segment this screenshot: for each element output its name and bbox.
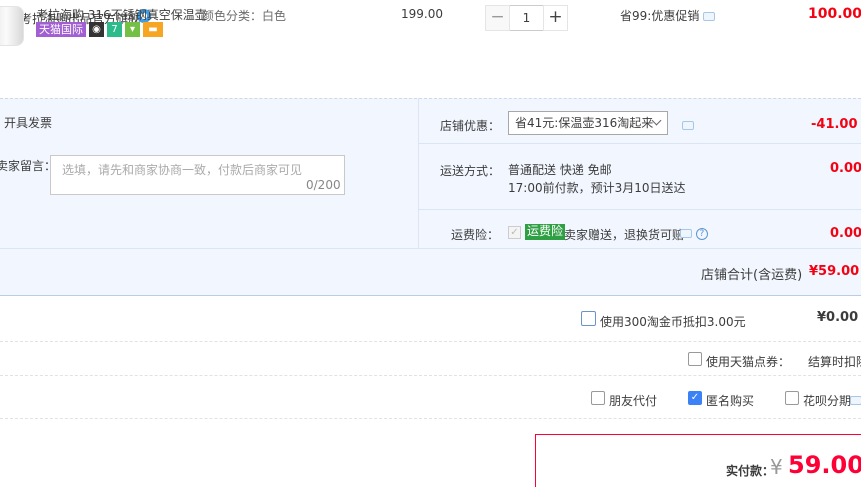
pay-currency: ¥ [770, 455, 783, 479]
coupon-value: -41.00 [811, 117, 858, 132]
unit-price: 199.00 [401, 7, 443, 21]
pay-amount: 59.00 [788, 451, 861, 479]
insurance-checkbox: ✓ [508, 226, 521, 239]
tmall-points-note: 结算时扣除 [808, 355, 861, 369]
coin-checkbox[interactable] [581, 311, 596, 326]
divider [0, 375, 861, 376]
seven-day-icon[interactable]: 7 [107, 22, 122, 37]
item-badges: 天猫国际 ◉ 7 ▾ ▬ [36, 22, 163, 38]
anonymous-label: 匿名购买 [706, 394, 755, 408]
shipping-label: 运送方式： [440, 164, 501, 178]
guarantee-icon[interactable]: ▾ [125, 22, 140, 37]
divider [0, 418, 861, 419]
insurance-tag: 运费险 [525, 224, 566, 240]
divider [419, 209, 861, 210]
tmall-points-label: 使用天猫点券： [706, 355, 791, 369]
insurance-label: 运费险： [451, 228, 500, 242]
divider [0, 341, 861, 342]
quantity-input[interactable]: 1 [510, 5, 543, 31]
message-label: 卖家留言： [0, 159, 57, 173]
shop-total-value: ¥59.00 [809, 264, 860, 279]
quantity-stepper: − 1 + [485, 5, 568, 31]
insurance-text: 卖家赠送，退换货可赔 [564, 228, 685, 242]
huabei-label: 花呗分期 [803, 394, 852, 408]
message-char-count: 0/200 [306, 178, 341, 192]
item-total: 100.00 [808, 6, 861, 22]
chat-bubble-icon[interactable] [850, 393, 861, 407]
friend-pay-checkbox[interactable] [591, 391, 605, 405]
item-title[interactable]: 考拉海购 316不锈钢真空保温壶 [36, 6, 207, 23]
tmall-global-badge[interactable]: 天猫国际 [36, 22, 86, 37]
shipping-value: 0.00 [830, 161, 861, 176]
pay-label: 实付款： [726, 464, 775, 478]
qty-plus-button[interactable]: + [543, 5, 568, 31]
help-icon[interactable]: ? [695, 227, 708, 240]
cat-icon[interactable]: ◉ [89, 22, 104, 37]
card-icon[interactable]: ▬ [143, 22, 163, 37]
shipping-eta: 17:00前付款，预计3月10日送达 [508, 181, 686, 195]
coupon-chat-icon[interactable] [682, 118, 694, 132]
anonymous-checkbox[interactable]: ✓ [688, 391, 702, 405]
huabei-checkbox[interactable] [785, 391, 799, 405]
product-thumbnail[interactable] [0, 6, 24, 46]
shop-total-label: 店铺合计(含运费) [701, 268, 803, 283]
insurance-value: 0.00 [830, 226, 861, 241]
qty-minus-button[interactable]: − [485, 5, 510, 31]
invoice-option[interactable]: 开具发票 [4, 114, 52, 131]
friend-pay-label: 朋友代付 [609, 394, 658, 408]
discount-text: 省99:优惠促销 [620, 9, 700, 23]
divider [418, 98, 419, 248]
insurance-icons: ? [680, 226, 708, 240]
message-placeholder: 选填，请先和商家协商一致，付款后商家可见 [62, 163, 303, 177]
tmall-points-checkbox[interactable] [688, 352, 702, 366]
divider [419, 143, 861, 144]
coin-value: ¥0.00 [817, 310, 859, 325]
coupon-label: 店铺优惠： [440, 119, 501, 133]
coin-text: 使用300淘金币抵扣3.00元 [600, 315, 746, 329]
item-sku: 颜色分类：白色 [202, 9, 287, 23]
shipping-method: 普通配送 快递 免邮 [508, 163, 612, 177]
chat-bubble-icon[interactable] [703, 12, 716, 21]
coupon-selected-value: 省41元:保温壶316淘起来 [515, 116, 654, 130]
item-discount: 省99:优惠促销 [620, 7, 716, 24]
coupon-select[interactable]: 省41元:保温壶316淘起来 [508, 111, 668, 135]
chat-bubble-icon[interactable] [680, 229, 692, 238]
